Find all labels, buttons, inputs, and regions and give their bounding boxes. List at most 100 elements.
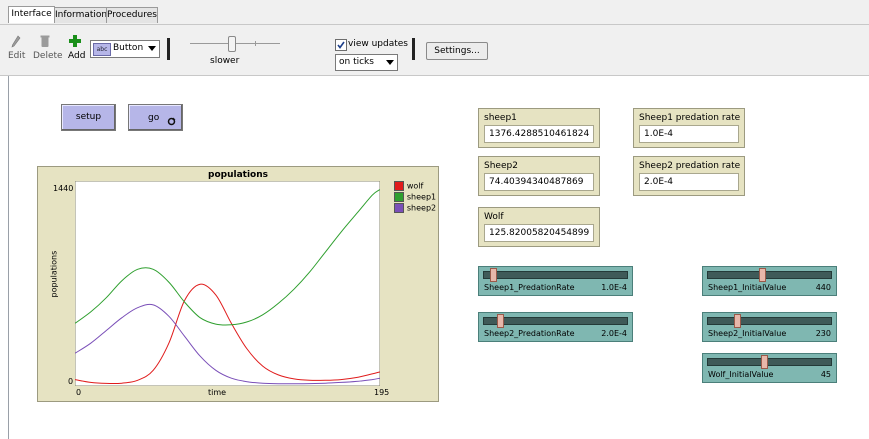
settings-label: Settings...: [434, 46, 480, 56]
delete-label: Delete: [33, 51, 63, 61]
update-mode-select[interactable]: on ticks: [335, 54, 398, 71]
settings-button[interactable]: Settings...: [426, 42, 488, 60]
slider-sheep1-predation-rate[interactable]: Sheep1_PredationRate 1.0E-4: [478, 266, 633, 296]
legend-label: sheep1: [406, 192, 437, 202]
slider-track: [707, 271, 832, 279]
slider-track: [483, 271, 628, 279]
monitor-value: 1.0E-4: [639, 125, 739, 143]
slider-wolf-initial-value[interactable]: Wolf_InitialValue 45: [702, 353, 837, 383]
slider-value: 1.0E-4: [601, 283, 627, 292]
x-max-label: 195: [374, 388, 390, 397]
update-mode-value: on ticks: [339, 57, 374, 67]
slider-value: 230: [815, 329, 831, 338]
forever-loop-icon: [167, 117, 176, 126]
monitor-value: 1376.4288510461824: [484, 125, 594, 143]
tab-information[interactable]: Information: [54, 7, 107, 23]
add-label: Add: [68, 51, 86, 61]
view-updates-checkbox[interactable]: [335, 39, 347, 51]
slider-handle[interactable]: [489, 268, 497, 282]
speed-slider[interactable]: [190, 35, 280, 52]
monitor-label: Wolf: [484, 212, 504, 222]
monitor-value: 74.40394340487869: [484, 173, 594, 191]
slider-sheep1-initial-value[interactable]: Sheep1_InitialValue 440: [702, 266, 837, 296]
monitor-sheep1-predation-rate: Sheep1 predation rate 1.0E-4: [633, 108, 745, 148]
tab-interface[interactable]: Interface: [8, 6, 55, 23]
monitor-label: Sheep1 predation rate: [639, 113, 741, 123]
chevron-down-icon: [148, 46, 156, 51]
populations-plot: populations 1440 0 populations 0 time 19…: [37, 166, 439, 402]
legend-item: sheep2: [394, 203, 436, 214]
slider-name: Sheep1_InitialValue: [708, 283, 787, 292]
monitor-sheep2: Sheep2 74.40394340487869: [478, 156, 600, 196]
button-widget-icon: abc: [93, 43, 111, 56]
edit-label: Edit: [8, 51, 26, 61]
checkmark-icon: [337, 41, 345, 49]
tab-label: Procedures: [107, 10, 157, 20]
legend-label: sheep2: [406, 203, 437, 213]
speed-tick: [255, 41, 256, 46]
pencil-icon: [11, 35, 21, 48]
plus-icon: [69, 35, 81, 47]
slider-name: Wolf_InitialValue: [708, 370, 774, 379]
x-axis-label: time: [208, 388, 227, 397]
setup-label: setup: [75, 112, 102, 122]
legend-swatch-sheep2: [394, 203, 404, 213]
widget-type-value: Button: [113, 43, 144, 53]
y-axis-label: populations: [49, 250, 59, 298]
toolbar-divider: [167, 38, 170, 60]
plot-title: populations: [208, 170, 268, 180]
slider-handle[interactable]: [759, 268, 767, 282]
legend-swatch-wolf: [394, 181, 404, 191]
monitor-sheep1: sheep1 1376.4288510461824: [478, 108, 600, 148]
speed-label: slower: [210, 56, 240, 66]
add-button[interactable]: Add: [66, 33, 86, 71]
speed-slider-thumb[interactable]: [228, 36, 236, 52]
edit-button[interactable]: Edit: [6, 33, 28, 71]
monitor-label: Sheep2: [484, 161, 518, 171]
go-label: go: [148, 113, 160, 123]
slider-handle[interactable]: [734, 314, 742, 328]
delete-button[interactable]: Delete: [32, 33, 63, 71]
tab-label: Information: [55, 10, 108, 20]
monitor-wolf: Wolf 125.82005820454899: [478, 207, 600, 247]
legend-label: wolf: [406, 181, 424, 191]
monitor-value: 2.0E-4: [639, 173, 739, 191]
monitor-label: Sheep2 predation rate: [639, 161, 741, 171]
monitor-value: 125.82005820454899: [484, 224, 594, 242]
slider-track: [707, 317, 832, 325]
tab-procedures[interactable]: Procedures: [106, 7, 158, 23]
y-min-label: 0: [68, 377, 74, 386]
toolbar-divider: [412, 38, 415, 60]
monitor-sheep2-predation-rate: Sheep2 predation rate 2.0E-4: [633, 156, 745, 196]
legend-item: wolf: [394, 181, 436, 192]
slider-name: Sheep2_PredationRate: [484, 329, 575, 338]
slider-handle[interactable]: [760, 355, 768, 369]
setup-button[interactable]: setup: [61, 104, 116, 131]
monitor-label: sheep1: [484, 113, 517, 123]
tab-label: Interface: [11, 9, 52, 19]
widget-type-select[interactable]: abc Button: [90, 40, 160, 58]
go-button[interactable]: go: [128, 104, 183, 131]
plot-legend: wolf sheep1 sheep2: [394, 181, 436, 214]
plot-area: [75, 181, 380, 386]
slider-name: Sheep1_PredationRate: [484, 283, 575, 292]
slider-value: 440: [815, 283, 831, 292]
chevron-down-icon: [386, 60, 394, 65]
y-max-label: 1440: [53, 184, 74, 193]
slider-track: [707, 358, 832, 366]
slider-name: Sheep2_InitialValue: [708, 329, 787, 338]
legend-swatch-sheep1: [394, 192, 404, 202]
trash-icon: [40, 35, 50, 47]
x-min-label: 0: [76, 388, 82, 397]
slider-sheep2-initial-value[interactable]: Sheep2_InitialValue 230: [702, 312, 837, 342]
toolbar: Edit Delete Add abc Button slower view u…: [0, 24, 869, 76]
legend-item: sheep1: [394, 192, 436, 203]
plot-canvas: [75, 181, 380, 386]
slider-value: 45: [820, 370, 831, 379]
slider-track: [483, 317, 628, 325]
tab-bar: Interface Information Procedures: [0, 0, 869, 24]
slider-handle[interactable]: [496, 314, 504, 328]
view-updates-label: view updates: [348, 39, 408, 49]
slider-value: 2.0E-4: [601, 329, 627, 338]
slider-sheep2-predation-rate[interactable]: Sheep2_PredationRate 2.0E-4: [478, 312, 633, 342]
